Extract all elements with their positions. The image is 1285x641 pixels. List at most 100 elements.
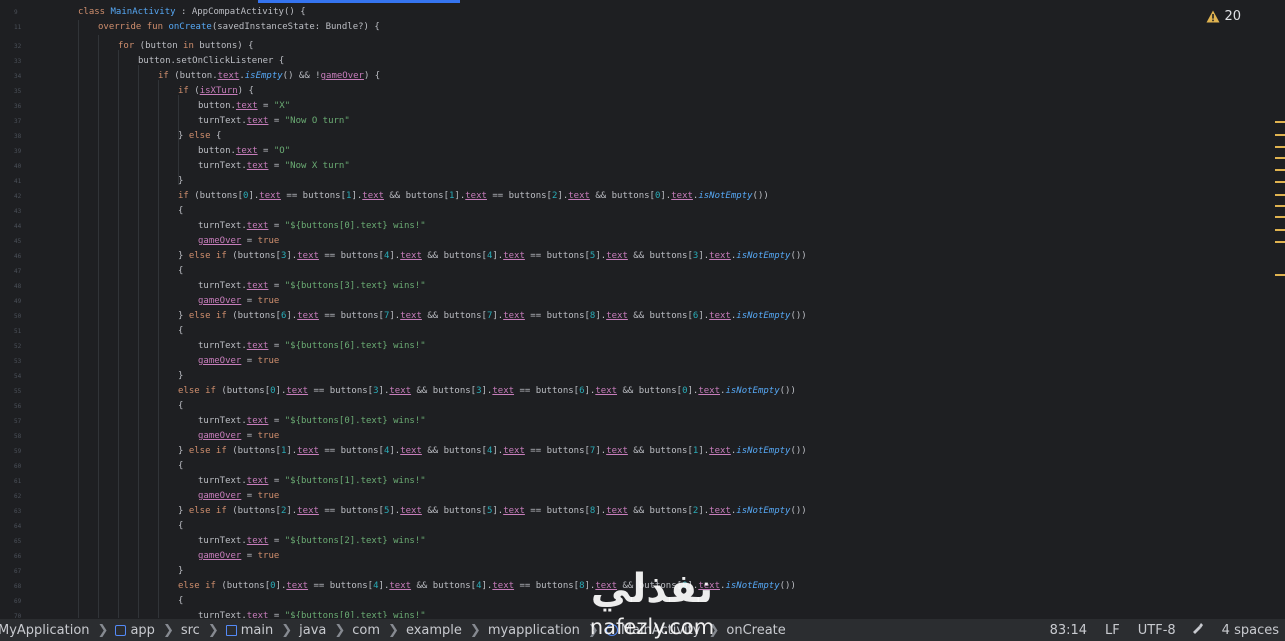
line-number: 35	[14, 88, 22, 95]
code-line[interactable]: turnText.text = "${buttons[0].text} wins…	[198, 609, 426, 618]
line-number: 70	[14, 613, 22, 618]
code-line[interactable]: turnText.text = "Now O turn"	[198, 114, 350, 129]
code-line[interactable]: {	[178, 459, 183, 474]
code-token: == buttons[	[486, 191, 552, 201]
warning-marker[interactable]	[1275, 229, 1285, 231]
line-number: 38	[14, 133, 22, 140]
file-encoding[interactable]: UTF-8	[1138, 623, 1176, 638]
line-number: 45	[14, 238, 22, 245]
code-line[interactable]: if (buttons[0].text == buttons[1].text &…	[178, 189, 769, 204]
breadcrumb-label: app	[130, 622, 155, 638]
code-token: text	[286, 581, 309, 591]
code-token: && buttons[	[383, 191, 449, 201]
code-token: {	[178, 206, 184, 216]
code-line[interactable]: for (button in buttons) {	[118, 39, 254, 54]
breadcrumb-java[interactable]: java	[299, 623, 326, 638]
code-token: ].	[286, 446, 298, 456]
warning-marker[interactable]	[1275, 205, 1285, 207]
code-line[interactable]: } else if (buttons[1].text == buttons[4]…	[178, 444, 807, 459]
line-number: 68	[14, 583, 22, 590]
breadcrumb-main[interactable]: main	[225, 623, 273, 638]
code-token: "${buttons[1].text} wins!"	[284, 476, 426, 486]
code-token: "O"	[273, 146, 291, 156]
breadcrumb-example[interactable]: example	[406, 623, 462, 638]
code-token: gameOver	[198, 431, 242, 441]
code-token: ].	[378, 581, 390, 591]
code-token: text	[503, 506, 525, 516]
warning-marker[interactable]	[1275, 274, 1285, 276]
code-line[interactable]: } else if (buttons[2].text == buttons[5]…	[178, 504, 807, 519]
code-line[interactable]: }	[178, 564, 183, 579]
code-token: text	[709, 251, 731, 261]
code-line[interactable]: if (button.text.isEmpty() && !gameOver) …	[158, 69, 380, 84]
line-number: 54	[14, 373, 22, 380]
line-separator[interactable]: LF	[1105, 623, 1120, 638]
code-line[interactable]: } else if (buttons[3].text == buttons[4]…	[178, 249, 807, 264]
code-line[interactable]: class MainActivity : AppCompatActivity()…	[78, 5, 306, 20]
warning-marker[interactable]	[1275, 241, 1285, 243]
code-editor[interactable]: 9 11 32 33 34 35 36 37 38 39 40 41 42 43 44 45 46 47 48 49 5…	[0, 0, 1285, 618]
code-line[interactable]: turnText.text = "${buttons[6].text} wins…	[198, 339, 426, 354]
code-token: {	[178, 596, 184, 606]
code-style-icon[interactable]	[1190, 621, 1204, 639]
code-token: text	[362, 191, 384, 201]
warning-marker[interactable]	[1275, 157, 1285, 159]
code-line[interactable]: {	[178, 594, 183, 609]
code-line[interactable]: {	[178, 519, 183, 534]
line-number: 55	[14, 388, 22, 395]
code-line[interactable]: button.text = "O"	[198, 144, 290, 159]
code-token: == buttons[	[308, 386, 374, 396]
inspection-widget[interactable]: 20	[1206, 9, 1241, 24]
code-token: if	[158, 71, 169, 81]
code-line[interactable]: {	[178, 204, 183, 219]
breadcrumb-module[interactable]: app	[115, 622, 155, 638]
code-token: }	[178, 311, 189, 321]
code-line[interactable]: button.setOnClickListener {	[138, 54, 284, 69]
code-line[interactable]: {	[178, 264, 183, 279]
code-token: =	[241, 491, 258, 501]
code-line[interactable]: gameOver = true	[198, 549, 279, 564]
code-line[interactable]: turnText.text = "${buttons[0].text} wins…	[198, 219, 426, 234]
code-line[interactable]: gameOver = true	[198, 294, 279, 309]
code-line[interactable]: } else {	[178, 129, 221, 144]
breadcrumb-src[interactable]: src	[181, 623, 200, 638]
code-line[interactable]: button.text = "X"	[198, 99, 290, 114]
code-token: ].	[389, 446, 401, 456]
code-token: text	[246, 341, 269, 351]
breadcrumb-project[interactable]: MyApplication	[0, 623, 90, 638]
warning-marker[interactable]	[1275, 194, 1285, 196]
code-line[interactable]: {	[178, 399, 183, 414]
code-line[interactable]: } else if (buttons[6].text == buttons[7]…	[178, 309, 807, 324]
indent-setting[interactable]: 4 spaces	[1222, 623, 1279, 638]
warning-marker[interactable]	[1275, 134, 1285, 136]
warning-marker[interactable]	[1275, 169, 1285, 171]
code-line[interactable]: else if (buttons[0].text == buttons[3].t…	[178, 384, 796, 399]
watermark-arabic: نفذلي	[591, 566, 713, 612]
cursor-position[interactable]: 83:14	[1050, 623, 1087, 638]
warning-marker[interactable]	[1275, 216, 1285, 218]
chevron-right-icon: ❯	[162, 622, 174, 638]
code-line[interactable]: turnText.text = "${buttons[2].text} wins…	[198, 534, 426, 549]
breadcrumb-label: src	[180, 622, 200, 638]
code-token: ].	[595, 251, 607, 261]
warning-marker[interactable]	[1275, 121, 1285, 123]
code-line[interactable]: }	[178, 369, 183, 384]
code-token: turnText.	[198, 281, 247, 291]
indent-guide	[178, 140, 179, 185]
code-line[interactable]: turnText.text = "${buttons[0].text} wins…	[198, 414, 426, 429]
breadcrumb-com[interactable]: com	[352, 623, 380, 638]
code-line[interactable]: turnText.text = "${buttons[1].text} wins…	[198, 474, 426, 489]
code-line[interactable]: turnText.text = "${buttons[3].text} wins…	[198, 279, 426, 294]
warning-marker[interactable]	[1275, 146, 1285, 148]
warning-marker[interactable]	[1275, 181, 1285, 183]
code-line[interactable]: override fun onCreate(savedInstanceState…	[98, 20, 380, 35]
code-line[interactable]: gameOver = true	[198, 429, 279, 444]
code-line[interactable]: turnText.text = "Now X turn"	[198, 159, 350, 174]
code-line[interactable]: gameOver = true	[198, 489, 279, 504]
code-line[interactable]: {	[178, 324, 183, 339]
error-stripe[interactable]	[1275, 0, 1285, 618]
code-line[interactable]: gameOver = true	[198, 234, 279, 249]
code-line[interactable]: if (isXTurn) {	[178, 84, 254, 99]
code-token: text	[246, 476, 269, 486]
code-line[interactable]: gameOver = true	[198, 354, 279, 369]
